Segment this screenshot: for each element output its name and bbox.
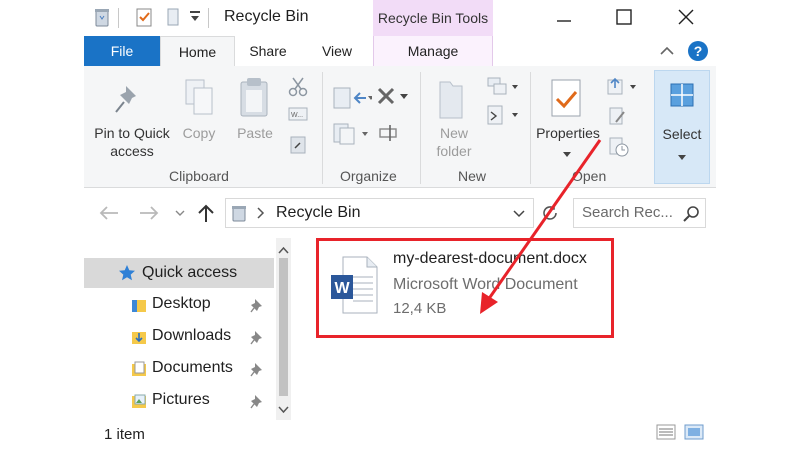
details-view-icon[interactable] [656,424,676,445]
file-explorer-window: Recycle Bin Recycle Bin Tools File Home … [84,0,716,450]
item-count: 1 item [104,426,145,443]
status-bar [84,420,716,450]
large-icons-view-icon[interactable] [684,424,704,445]
annotation-arrow [480,139,602,314]
